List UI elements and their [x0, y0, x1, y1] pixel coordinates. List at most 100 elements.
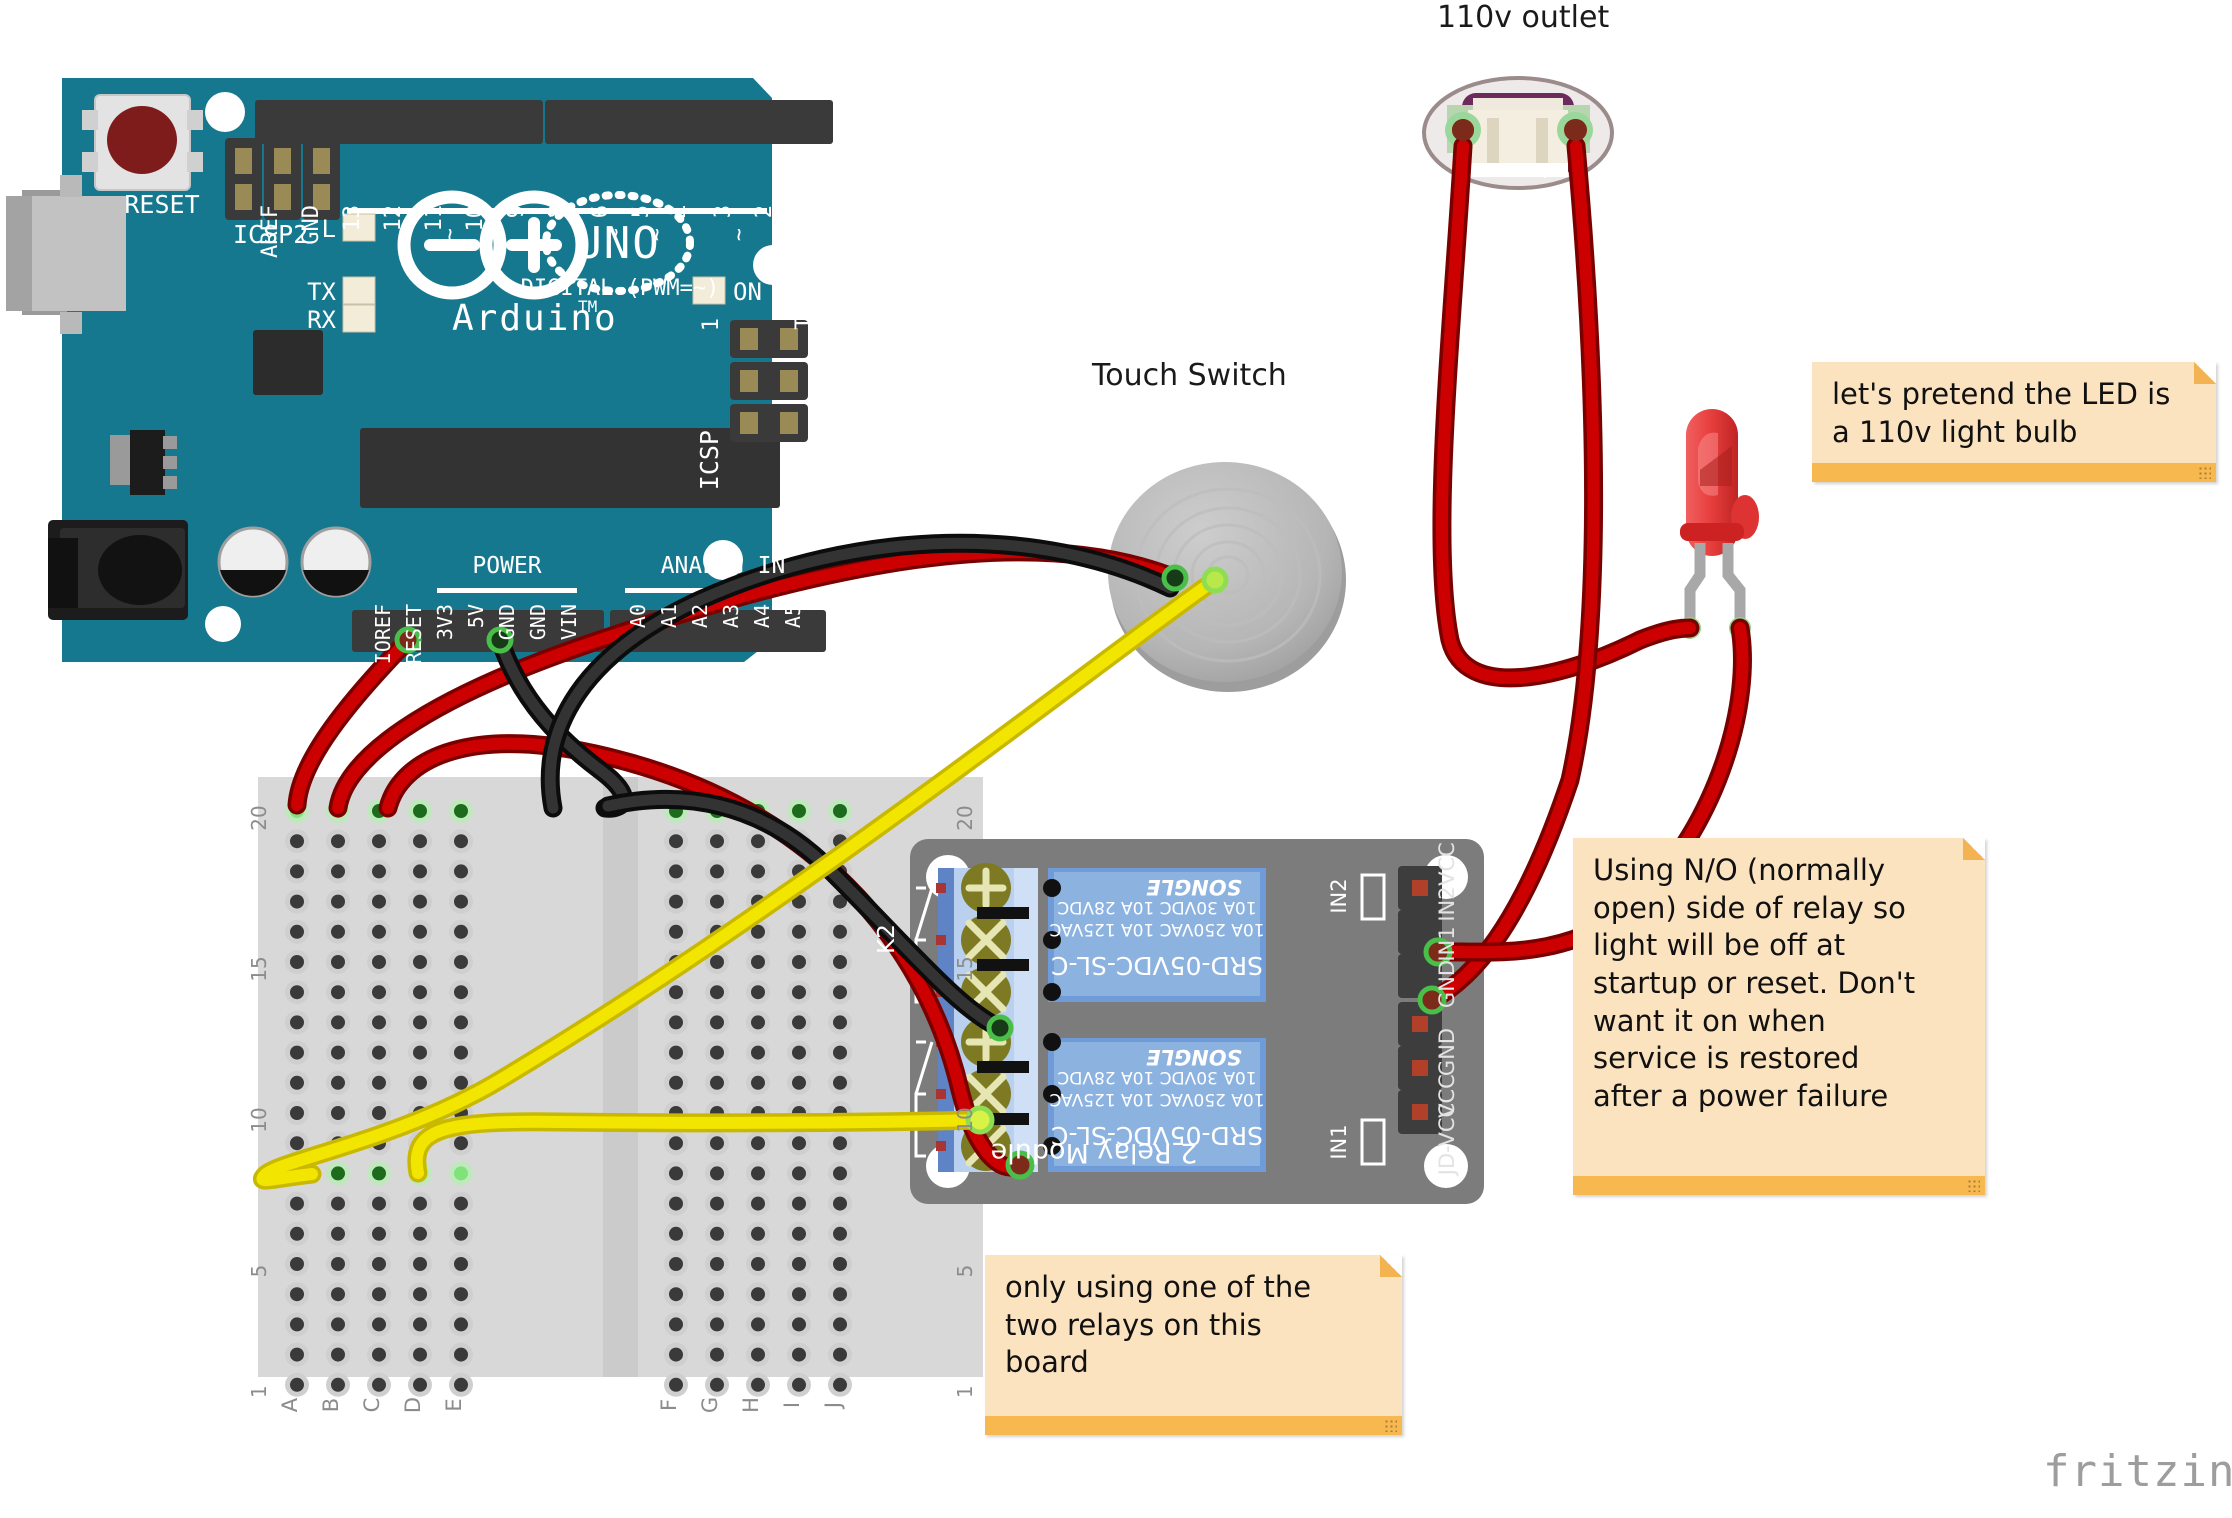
- relay-pin-label: IN1: [1435, 926, 1459, 961]
- relay-pin-label: IN2: [1435, 886, 1459, 921]
- analog-pin-label: A4: [750, 604, 774, 628]
- relay-in1-silk: IN1: [1327, 1124, 1351, 1159]
- note-bottom-bar: [985, 1416, 1402, 1435]
- note-relay[interactable]: Using N/O (normally open) side of relay …: [1573, 838, 1985, 1195]
- outlet-minus-label: -: [1493, 159, 1501, 184]
- led-on-label: ON: [733, 278, 762, 306]
- relay-rating-ac: 10A 250VAC 10A 125VAC: [1049, 919, 1264, 939]
- relay-rating-dc: 10A 30VDC 10A 28VDC: [1057, 897, 1256, 917]
- pwm-marker: ~: [520, 228, 545, 241]
- note-fold-icon: [1380, 1255, 1402, 1277]
- breadboard-column-letter: B: [319, 1398, 343, 1412]
- digital-pin-label: 2: [752, 205, 777, 218]
- relay-pin-label: GND: [1435, 1028, 1459, 1076]
- outlet-plus-label: +: [1536, 159, 1554, 184]
- breadboard-row-number: 10: [247, 1107, 271, 1132]
- digital-pin-label: 10: [463, 205, 488, 232]
- note-fold-icon: [2194, 362, 2216, 384]
- fritzing-watermark: fritzing: [2043, 1446, 2232, 1497]
- breadboard-row-number: 1: [953, 1385, 977, 1398]
- breadboard-row-number: 15: [953, 956, 977, 981]
- relay-rating-dc: 10A 30VDC 10A 28VDC: [1057, 1067, 1256, 1087]
- relay-pin-label: VCC: [1435, 1074, 1459, 1118]
- power-pin-label: GND: [526, 604, 550, 640]
- digital-pin-label: 6: [588, 205, 613, 218]
- pwm-marker: ~: [438, 228, 463, 241]
- uno-wordmark: UNO: [575, 218, 660, 269]
- note-bottom-bar: [1812, 463, 2216, 482]
- icsp2-label: ICSP2: [233, 220, 308, 249]
- led-tx-label: TX: [307, 278, 336, 306]
- breadboard-column-letter: I: [780, 1402, 804, 1408]
- relay-brand: SONGLE: [1146, 1045, 1242, 1069]
- breadboard-column-letter: G: [698, 1397, 722, 1413]
- relay-pin-label: GND: [1435, 960, 1459, 1008]
- analog-header-label: ANALOG IN: [661, 553, 786, 579]
- touch-switch-label: Touch Switch: [1092, 358, 1287, 393]
- analog-pin-label: A1: [657, 604, 681, 628]
- relay-brand: SONGLE: [1146, 875, 1242, 899]
- digital-pin-label: 13: [340, 205, 365, 232]
- note-board[interactable]: only using one of the two relays on this…: [985, 1255, 1402, 1435]
- breadboard-row-number: 5: [953, 1265, 977, 1278]
- pwm-marker: ~: [479, 228, 504, 241]
- power-pin-label: RESET: [402, 604, 426, 664]
- breadboard-column-letter: A: [278, 1397, 302, 1412]
- icsp-label: ICSP: [695, 430, 724, 490]
- serial-pin-label: TX0: [792, 290, 817, 330]
- breadboard-column-letter: D: [401, 1397, 425, 1413]
- power-pin-label: 5V: [464, 604, 488, 628]
- relay-rating-ac: 10A 250VAC 10A 125VAC: [1049, 1089, 1264, 1109]
- power-pin-label: VIN: [557, 604, 581, 640]
- breadboard-row-number: 20: [247, 805, 271, 830]
- analog-pin-label: A2: [688, 604, 712, 628]
- arduino-tm: TM: [578, 297, 597, 316]
- breadboard-row-number: 1: [247, 1385, 271, 1398]
- digital-pin-label: 4: [670, 205, 695, 218]
- serial-pin-label: RX0: [828, 290, 853, 330]
- digital-pin-label: 11: [422, 205, 447, 232]
- digital-pin-label: 9: [504, 205, 529, 218]
- note-resize-grip[interactable]: [2198, 466, 2211, 479]
- note-resize-grip[interactable]: [1967, 1179, 1980, 1192]
- note-led-text: let's pretend the LED is a 110v light bu…: [1832, 377, 2171, 449]
- led-l-label: L: [322, 215, 336, 243]
- digital-pin-label: 1: [788, 205, 813, 218]
- note-board-text: only using one of the two relays on this…: [1005, 1270, 1312, 1380]
- pwm-marker: ~: [727, 228, 752, 241]
- analog-pin-label: A5: [781, 604, 805, 628]
- analog-pin-label: A0: [626, 604, 650, 628]
- icsp-pin1-label: 1: [699, 318, 724, 331]
- digital-pin-label: 0: [824, 205, 849, 218]
- relay-part-number: SRD-05VDC-SL-C: [1051, 951, 1263, 980]
- power-pin-label: IOREF: [371, 604, 395, 664]
- digital-pin-label: 5: [629, 205, 654, 218]
- fritzing-breadboard-canvas: AREF GND 13 12 11 ~10 ~9 ~8 7 6 ~5 ~4 3 ~2 1 TX0 0 RX0 DIG…: [0, 0, 2232, 1518]
- breadboard-column-letter: E: [442, 1398, 466, 1411]
- relay-k2-silk: K2: [874, 924, 900, 954]
- reset-label: RESET: [124, 190, 199, 219]
- note-relay-text: Using N/O (normally open) side of relay …: [1593, 853, 1916, 1114]
- breadboard-row-number: 20: [953, 805, 977, 830]
- breadboard-row-number: 5: [247, 1265, 271, 1278]
- note-bottom-bar: [1573, 1176, 1985, 1195]
- power-header-label: POWER: [472, 553, 541, 579]
- outlet-label: 110v outlet: [1437, 0, 1610, 35]
- digital-pin-label: 3: [711, 205, 736, 218]
- breadboard-column-letter: J: [821, 1402, 845, 1410]
- note-led[interactable]: let's pretend the LED is a 110v light bu…: [1812, 362, 2216, 482]
- digital-pin-label: 12: [381, 205, 406, 232]
- relay-part-number: SRD-05VDC-SL-C: [1051, 1121, 1263, 1150]
- power-pin-label: 3V3: [433, 604, 457, 640]
- breadboard-column-letter: H: [739, 1397, 763, 1413]
- analog-pin-label: A3: [719, 604, 743, 628]
- relay-pin-label: VCC: [1435, 842, 1459, 886]
- power-pin-label: GND: [495, 604, 519, 640]
- breadboard-row-number: 15: [247, 956, 271, 981]
- breadboard-row-number: 10: [953, 1107, 977, 1132]
- breadboard-column-letter: F: [657, 1399, 681, 1411]
- note-resize-grip[interactable]: [1384, 1419, 1397, 1432]
- relay-in2-silk: IN2: [1327, 878, 1351, 913]
- note-fold-icon: [1963, 838, 1985, 860]
- breadboard-column-letter: C: [360, 1398, 384, 1413]
